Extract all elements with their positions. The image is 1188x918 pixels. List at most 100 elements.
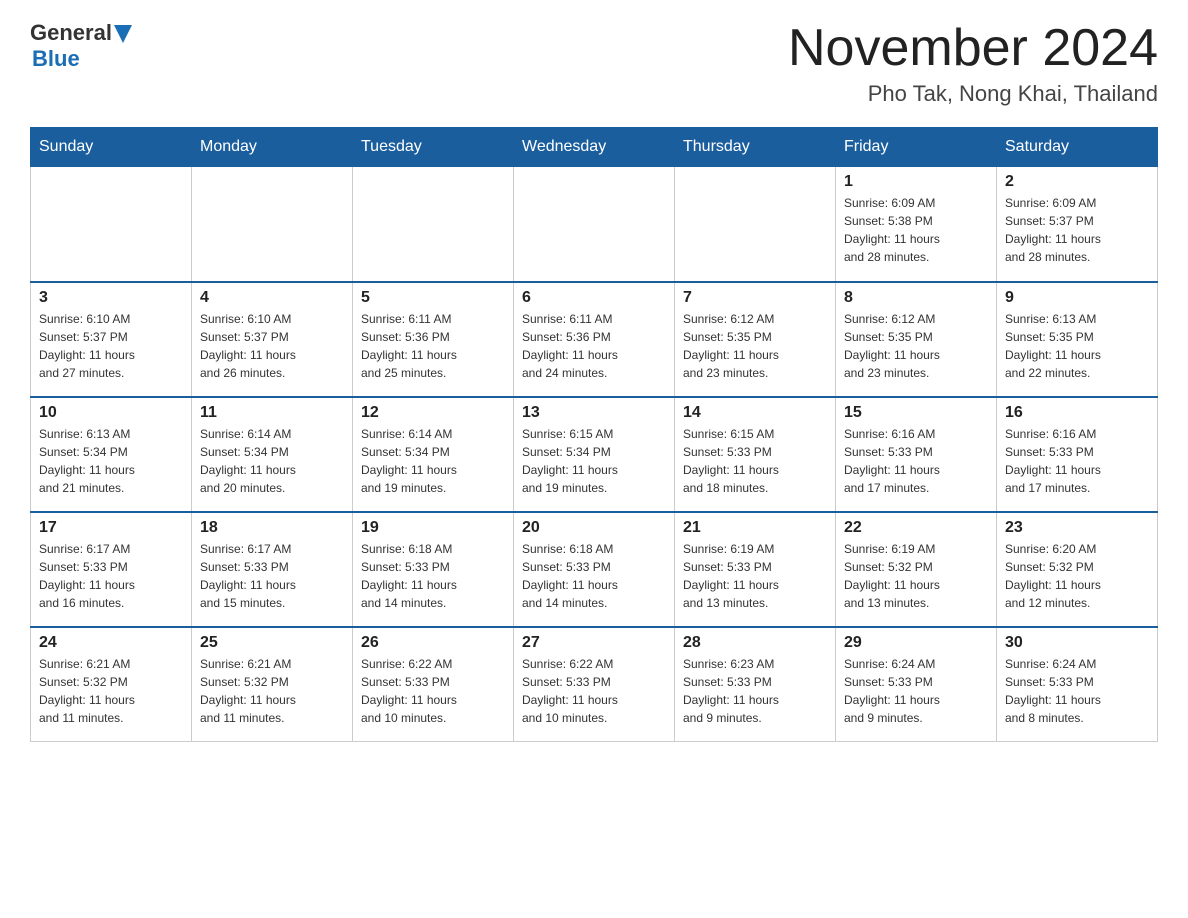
cell-date-number: 14 bbox=[683, 404, 827, 422]
calendar-cell: 10 Sunrise: 6:13 AM Sunset: 5:34 PM Dayli… bbox=[31, 397, 192, 512]
calendar-cell: 20 Sunrise: 6:18 AM Sunset: 5:33 PM Dayli… bbox=[514, 512, 675, 627]
cell-date-number: 17 bbox=[39, 519, 183, 537]
cell-date-number: 20 bbox=[522, 519, 666, 537]
cell-date-number: 7 bbox=[683, 289, 827, 307]
cell-date-number: 9 bbox=[1005, 289, 1149, 307]
logo: General Blue bbox=[30, 20, 132, 72]
cell-sun-info: Sunrise: 6:21 AM Sunset: 5:32 PM Dayligh… bbox=[39, 655, 183, 727]
cell-sun-info: Sunrise: 6:14 AM Sunset: 5:34 PM Dayligh… bbox=[200, 425, 344, 497]
day-header-wednesday: Wednesday bbox=[514, 128, 675, 167]
calendar-cell: 3Sunrise: 6:10 AM Sunset: 5:37 PM Daylig… bbox=[31, 282, 192, 397]
cell-sun-info: Sunrise: 6:24 AM Sunset: 5:33 PM Dayligh… bbox=[1005, 655, 1149, 727]
title-block: November 2024 Pho Tak, Nong Khai, Thaila… bbox=[788, 20, 1158, 107]
cell-sun-info: Sunrise: 6:18 AM Sunset: 5:33 PM Dayligh… bbox=[522, 540, 666, 612]
cell-sun-info: Sunrise: 6:12 AM Sunset: 5:35 PM Dayligh… bbox=[683, 310, 827, 382]
cell-date-number: 24 bbox=[39, 634, 183, 652]
calendar-cell: 16 Sunrise: 6:16 AM Sunset: 5:33 PM Dayli… bbox=[997, 397, 1158, 512]
cell-sun-info: Sunrise: 6:18 AM Sunset: 5:33 PM Dayligh… bbox=[361, 540, 505, 612]
cell-date-number: 26 bbox=[361, 634, 505, 652]
logo-general-text: General bbox=[30, 20, 112, 46]
cell-sun-info: Sunrise: 6:11 AM Sunset: 5:36 PM Dayligh… bbox=[361, 310, 505, 382]
cell-date-number: 28 bbox=[683, 634, 827, 652]
cell-sun-info: Sunrise: 6:13 AM Sunset: 5:34 PM Dayligh… bbox=[39, 425, 183, 497]
cell-date-number: 4 bbox=[200, 289, 344, 307]
calendar-cell: 8 Sunrise: 6:12 AM Sunset: 5:35 PM Daylig… bbox=[836, 282, 997, 397]
calendar-cell bbox=[353, 167, 514, 282]
calendar-cell: 25Sunrise: 6:21 AM Sunset: 5:32 PM Dayli… bbox=[192, 627, 353, 742]
cell-date-number: 1 bbox=[844, 173, 988, 191]
cell-date-number: 30 bbox=[1005, 634, 1149, 652]
logo-triangle-icon bbox=[114, 25, 132, 43]
cell-sun-info: Sunrise: 6:14 AM Sunset: 5:34 PM Dayligh… bbox=[361, 425, 505, 497]
cell-sun-info: Sunrise: 6:19 AM Sunset: 5:33 PM Dayligh… bbox=[683, 540, 827, 612]
cell-sun-info: Sunrise: 6:12 AM Sunset: 5:35 PM Dayligh… bbox=[844, 310, 988, 382]
calendar-cell: 5 Sunrise: 6:11 AM Sunset: 5:36 PM Daylig… bbox=[353, 282, 514, 397]
calendar-cell: 17 Sunrise: 6:17 AM Sunset: 5:33 PM Dayli… bbox=[31, 512, 192, 627]
week-row-1: 1 Sunrise: 6:09 AM Sunset: 5:38 PM Daylig… bbox=[31, 167, 1158, 282]
header-row: SundayMondayTuesdayWednesdayThursdayFrid… bbox=[31, 128, 1158, 167]
calendar-cell: 24 Sunrise: 6:21 AM Sunset: 5:32 PM Dayli… bbox=[31, 627, 192, 742]
logo-blue-text: Blue bbox=[32, 46, 80, 71]
cell-sun-info: Sunrise: 6:15 AM Sunset: 5:33 PM Dayligh… bbox=[683, 425, 827, 497]
calendar-cell: 4 Sunrise: 6:10 AM Sunset: 5:37 PM Daylig… bbox=[192, 282, 353, 397]
day-header-tuesday: Tuesday bbox=[353, 128, 514, 167]
cell-sun-info: Sunrise: 6:22 AM Sunset: 5:33 PM Dayligh… bbox=[522, 655, 666, 727]
cell-date-number: 19 bbox=[361, 519, 505, 537]
cell-sun-info: Sunrise: 6:11 AM Sunset: 5:36 PM Dayligh… bbox=[522, 310, 666, 382]
calendar-cell: 26 Sunrise: 6:22 AM Sunset: 5:33 PM Dayli… bbox=[353, 627, 514, 742]
calendar-table: SundayMondayTuesdayWednesdayThursdayFrid… bbox=[30, 127, 1158, 742]
cell-date-number: 15 bbox=[844, 404, 988, 422]
cell-sun-info: Sunrise: 6:15 AM Sunset: 5:34 PM Dayligh… bbox=[522, 425, 666, 497]
week-row-2: 3 Sunrise: 6:10 AM Sunset: 5:37 PM Daylig… bbox=[31, 282, 1158, 397]
month-title: November 2024 bbox=[788, 20, 1158, 77]
day-header-thursday: Thursday bbox=[675, 128, 836, 167]
calendar-cell bbox=[675, 167, 836, 282]
cell-sun-info: Sunrise: 6:20 AM Sunset: 5:32 PM Dayligh… bbox=[1005, 540, 1149, 612]
cell-sun-info: Sunrise: 6:16 AM Sunset: 5:33 PM Dayligh… bbox=[1005, 425, 1149, 497]
calendar-cell: 30 Sunrise: 6:24 AM Sunset: 5:33 PM Dayli… bbox=[997, 627, 1158, 742]
day-header-friday: Friday bbox=[836, 128, 997, 167]
cell-date-number: 23 bbox=[1005, 519, 1149, 537]
week-row-3: 10 Sunrise: 6:13 AM Sunset: 5:34 PM Dayli… bbox=[31, 397, 1158, 512]
calendar-cell: 2Sunrise: 6:09 AM Sunset: 5:37 PM Daylig… bbox=[997, 167, 1158, 282]
day-header-monday: Monday bbox=[192, 128, 353, 167]
calendar-cell: 23 Sunrise: 6:20 AM Sunset: 5:32 PM Dayli… bbox=[997, 512, 1158, 627]
calendar-cell: 12 Sunrise: 6:14 AM Sunset: 5:34 PM Dayli… bbox=[353, 397, 514, 512]
calendar-cell: 22Sunrise: 6:19 AM Sunset: 5:32 PM Dayli… bbox=[836, 512, 997, 627]
day-header-sunday: Sunday bbox=[31, 128, 192, 167]
cell-date-number: 5 bbox=[361, 289, 505, 307]
cell-sun-info: Sunrise: 6:13 AM Sunset: 5:35 PM Dayligh… bbox=[1005, 310, 1149, 382]
cell-date-number: 10 bbox=[39, 404, 183, 422]
day-header-saturday: Saturday bbox=[997, 128, 1158, 167]
calendar-cell: 27Sunrise: 6:22 AM Sunset: 5:33 PM Dayli… bbox=[514, 627, 675, 742]
cell-date-number: 25 bbox=[200, 634, 344, 652]
cell-date-number: 29 bbox=[844, 634, 988, 652]
cell-sun-info: Sunrise: 6:16 AM Sunset: 5:33 PM Dayligh… bbox=[844, 425, 988, 497]
page-header: General Blue November 2024 Pho Tak, Nong… bbox=[30, 20, 1158, 107]
calendar-cell: 29 Sunrise: 6:24 AM Sunset: 5:33 PM Dayli… bbox=[836, 627, 997, 742]
cell-date-number: 8 bbox=[844, 289, 988, 307]
cell-sun-info: Sunrise: 6:22 AM Sunset: 5:33 PM Dayligh… bbox=[361, 655, 505, 727]
cell-date-number: 11 bbox=[200, 404, 344, 422]
cell-sun-info: Sunrise: 6:09 AM Sunset: 5:38 PM Dayligh… bbox=[844, 194, 988, 266]
cell-sun-info: Sunrise: 6:23 AM Sunset: 5:33 PM Dayligh… bbox=[683, 655, 827, 727]
calendar-cell: 19 Sunrise: 6:18 AM Sunset: 5:33 PM Dayli… bbox=[353, 512, 514, 627]
cell-sun-info: Sunrise: 6:17 AM Sunset: 5:33 PM Dayligh… bbox=[39, 540, 183, 612]
calendar-cell: 13 Sunrise: 6:15 AM Sunset: 5:34 PM Dayli… bbox=[514, 397, 675, 512]
cell-date-number: 22 bbox=[844, 519, 988, 537]
cell-date-number: 13 bbox=[522, 404, 666, 422]
week-row-5: 24 Sunrise: 6:21 AM Sunset: 5:32 PM Dayli… bbox=[31, 627, 1158, 742]
cell-date-number: 12 bbox=[361, 404, 505, 422]
location-title: Pho Tak, Nong Khai, Thailand bbox=[788, 81, 1158, 107]
calendar-cell: 18Sunrise: 6:17 AM Sunset: 5:33 PM Dayli… bbox=[192, 512, 353, 627]
cell-sun-info: Sunrise: 6:10 AM Sunset: 5:37 PM Dayligh… bbox=[200, 310, 344, 382]
calendar-cell: 9 Sunrise: 6:13 AM Sunset: 5:35 PM Daylig… bbox=[997, 282, 1158, 397]
calendar-cell: 6 Sunrise: 6:11 AM Sunset: 5:36 PM Daylig… bbox=[514, 282, 675, 397]
cell-date-number: 21 bbox=[683, 519, 827, 537]
cell-date-number: 6 bbox=[522, 289, 666, 307]
calendar-cell: 7 Sunrise: 6:12 AM Sunset: 5:35 PM Daylig… bbox=[675, 282, 836, 397]
cell-sun-info: Sunrise: 6:24 AM Sunset: 5:33 PM Dayligh… bbox=[844, 655, 988, 727]
cell-date-number: 16 bbox=[1005, 404, 1149, 422]
cell-date-number: 3 bbox=[39, 289, 183, 307]
cell-date-number: 18 bbox=[200, 519, 344, 537]
